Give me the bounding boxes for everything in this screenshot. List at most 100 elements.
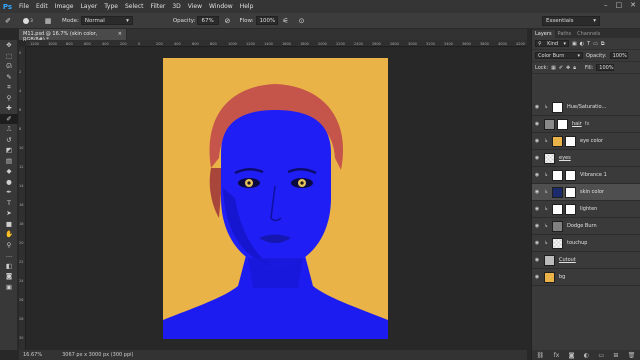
menu-layer[interactable]: Layer	[80, 3, 97, 10]
zoom-tool-icon[interactable]: ⚲	[0, 240, 18, 251]
shape-tool-icon[interactable]: ■	[0, 219, 18, 230]
brush-panel-icon[interactable]: ▦	[43, 16, 53, 26]
tab-paths[interactable]: Paths	[555, 30, 575, 38]
visibility-eye-icon[interactable]: ◉	[532, 172, 542, 178]
layer-name[interactable]: eyes	[559, 155, 571, 161]
filter-pixel-icon[interactable]: ▣	[572, 41, 577, 47]
lasso-tool-icon[interactable]: ᘏ	[0, 61, 18, 72]
layer-mask-thumbnail[interactable]	[565, 186, 576, 198]
minimize-button[interactable]: –	[604, 1, 608, 9]
layer-row[interactable]: ◉ bg	[532, 269, 640, 286]
layer-row[interactable]: ◉ ↳ Vibrance 1	[532, 167, 640, 184]
layer-thumbnail[interactable]	[552, 135, 563, 147]
type-tool-icon[interactable]: T	[0, 198, 18, 209]
pressure-opacity-icon[interactable]: ⊘	[222, 16, 232, 26]
artwork-canvas[interactable]	[163, 58, 388, 339]
filter-smart-icon[interactable]: ⧉	[601, 41, 605, 47]
visibility-eye-icon[interactable]: ◉	[532, 240, 542, 246]
menu-view[interactable]: View	[188, 3, 202, 10]
document-tab[interactable]: M11.psd @ 16.7% (skin color, RGB/8#) * ×	[19, 29, 127, 43]
adjustment-layer-icon[interactable]: ◐	[584, 352, 589, 359]
marquee-tool-icon[interactable]: ⬚	[0, 51, 18, 62]
layer-mask-thumbnail[interactable]	[565, 203, 576, 215]
workspace-switcher[interactable]: Essentials ▾	[542, 16, 600, 26]
layer-row[interactable]: ◉ Cutout	[532, 252, 640, 269]
link-layers-icon[interactable]: ⛓	[537, 352, 545, 359]
menu-image[interactable]: Image	[55, 3, 74, 10]
healing-tool-icon[interactable]: ✚	[0, 103, 18, 114]
filter-adjustment-icon[interactable]: ◐	[580, 41, 584, 47]
colors-icon[interactable]: ◧	[0, 261, 18, 272]
airbrush-icon[interactable]: ⚟	[281, 16, 291, 26]
layer-row[interactable]: ◉ ↳ Dodge Burn	[532, 218, 640, 235]
layer-row[interactable]: ◉ ↳ eye color	[532, 133, 640, 150]
layer-thumbnail[interactable]	[552, 203, 563, 215]
layer-opacity-field[interactable]: 100%	[609, 52, 628, 59]
menu-filter[interactable]: Filter	[151, 3, 166, 10]
eraser-tool-icon[interactable]: ◩	[0, 145, 18, 156]
layer-row[interactable]: ◉ ↳ Hue/Saturatio...	[532, 99, 640, 116]
visibility-eye-icon[interactable]: ◉	[532, 274, 542, 280]
lock-transparent-icon[interactable]: ▦	[551, 65, 556, 71]
layer-mask-thumbnail[interactable]	[565, 135, 576, 147]
brush-tool-icon[interactable]: ✐	[0, 113, 18, 124]
brush-size-picker[interactable]: 3	[19, 16, 37, 26]
zoom-level[interactable]: 16.67%	[23, 352, 42, 358]
layer-name[interactable]: eye color	[580, 138, 603, 144]
crop-tool-icon[interactable]: ⌗	[0, 82, 18, 93]
layer-thumbnail[interactable]	[544, 271, 555, 283]
history-brush-tool-icon[interactable]: ↺	[0, 135, 18, 146]
layer-name[interactable]: hair	[572, 121, 582, 127]
fx-icon[interactable]: fx	[554, 352, 560, 359]
quick-select-tool-icon[interactable]: ✎	[0, 72, 18, 83]
layer-name[interactable]: Dodge Burn	[567, 223, 597, 229]
kind-filter-select[interactable]: ⚲ Kind ▾	[535, 40, 569, 47]
menu-file[interactable]: File	[19, 3, 29, 10]
menu-edit[interactable]: Edit	[36, 3, 48, 10]
layer-row[interactable]: ◉ ↳ touchup	[532, 235, 640, 252]
tab-layers[interactable]: Layers	[532, 30, 555, 38]
layer-name[interactable]: skin color	[580, 189, 604, 195]
document-info[interactable]: 3067 px x 3000 px (300 ppi)	[62, 352, 133, 358]
gradient-tool-icon[interactable]: ▤	[0, 156, 18, 167]
menu-select[interactable]: Select	[125, 3, 144, 10]
layer-row[interactable]: ◉ ↳ lighten	[532, 201, 640, 218]
more-tools-icon[interactable]: …	[0, 250, 18, 261]
canvas-area[interactable]	[26, 47, 527, 350]
layer-name[interactable]: Cutout	[559, 257, 576, 263]
close-tab-icon[interactable]: ×	[118, 31, 122, 38]
menu-help[interactable]: Help	[240, 3, 254, 10]
brush-preset-icon[interactable]: ✐	[3, 16, 13, 26]
layer-row[interactable]: ◉ hair fx	[532, 116, 640, 133]
dodge-tool-icon[interactable]: ●	[0, 177, 18, 188]
pressure-size-icon[interactable]: ⊙	[297, 16, 307, 26]
screen-mode-icon[interactable]: ▣	[0, 282, 18, 293]
maximize-button[interactable]: □	[616, 1, 623, 9]
filter-type-icon[interactable]: T	[587, 41, 590, 47]
layer-row[interactable]: ◉ ↳ skin color	[532, 184, 640, 201]
menu-3d[interactable]: 3D	[172, 3, 180, 10]
move-tool-icon[interactable]: ✥	[0, 40, 18, 51]
pen-tool-icon[interactable]: ✒	[0, 187, 18, 198]
layer-thumbnail[interactable]	[552, 237, 563, 249]
blur-tool-icon[interactable]: ◆	[0, 166, 18, 177]
eyedropper-tool-icon[interactable]: ⚲	[0, 93, 18, 104]
layer-thumbnail[interactable]	[552, 220, 563, 232]
menu-window[interactable]: Window	[209, 3, 233, 10]
layer-name[interactable]: bg	[559, 274, 565, 280]
hand-tool-icon[interactable]: ✋	[0, 229, 18, 240]
lock-image-icon[interactable]: ✐	[559, 65, 563, 71]
flow-field[interactable]: 100%	[255, 16, 278, 25]
layer-mask-thumbnail[interactable]	[565, 169, 576, 181]
lock-position-icon[interactable]: ✥	[566, 65, 570, 71]
layer-mask-thumbnail[interactable]	[557, 118, 568, 130]
layer-name[interactable]: Hue/Saturatio...	[567, 104, 606, 110]
layer-name[interactable]: touchup	[567, 240, 587, 246]
opacity-field[interactable]: 67%	[197, 16, 220, 25]
path-select-tool-icon[interactable]: ➤	[0, 208, 18, 219]
visibility-eye-icon[interactable]: ◉	[532, 155, 542, 161]
lock-all-icon[interactable]: 🔒︎	[573, 65, 576, 71]
blend-mode-select[interactable]: Color Burn ▾	[535, 52, 583, 59]
fill-field[interactable]: 100%	[596, 64, 615, 71]
layer-thumbnail[interactable]	[552, 169, 563, 181]
